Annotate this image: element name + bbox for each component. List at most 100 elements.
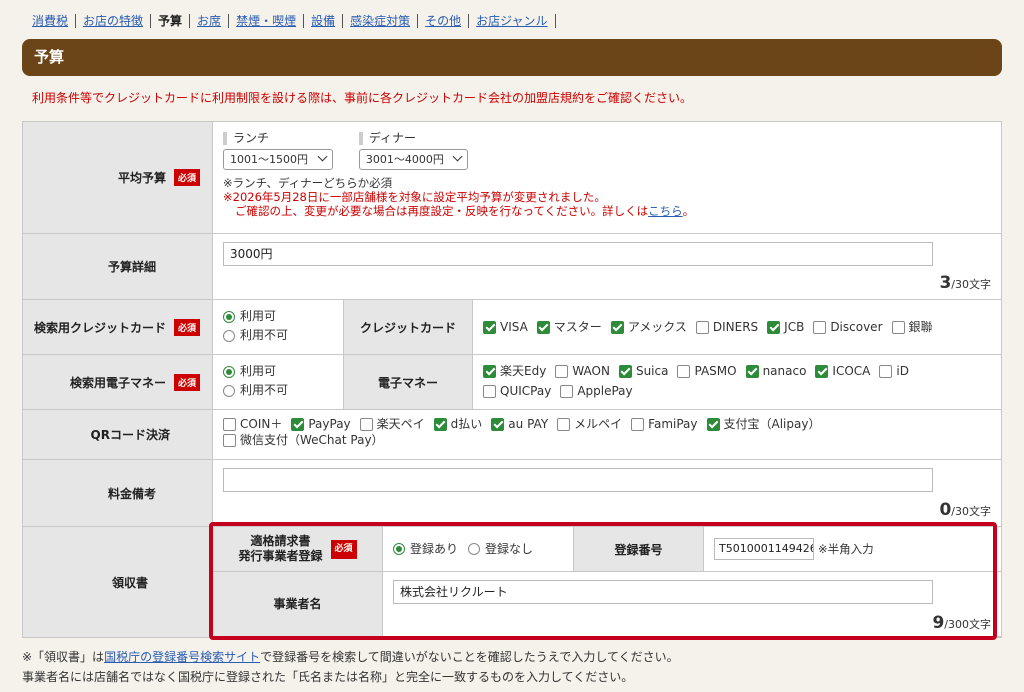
- tab-seats[interactable]: お席: [190, 14, 230, 28]
- half-width-hint: ※半角入力: [818, 542, 874, 556]
- tab-nav: 消費税 お店の特徴 予算 お席 禁煙・喫煙 設備 感染症対策 その他 お店ジャン…: [26, 12, 556, 30]
- dinner-title: ディナー: [358, 132, 468, 145]
- checkbox-icon: [891, 320, 905, 334]
- label-avg-budget: 平均予算 必須: [23, 122, 213, 233]
- check-coin-plus[interactable]: COIN＋: [223, 416, 282, 432]
- budget-detail-input[interactable]: 3000円: [223, 242, 933, 266]
- label-receipt: 領収書: [23, 527, 213, 637]
- label-registration-number: 登録番号: [573, 527, 704, 571]
- checkbox-icon: [560, 384, 574, 398]
- invoice-unregistered-radio[interactable]: 登録なし: [468, 540, 533, 559]
- credit-available-radio[interactable]: 利用可: [223, 307, 333, 326]
- budget-form: 平均予算 必須 ランチ 1001〜1500円 ディナー 3001〜4000円 ※…: [22, 121, 1002, 640]
- checkbox-checked-icon: [706, 417, 720, 431]
- check-master[interactable]: マスター: [536, 317, 602, 337]
- credit-card-list: VISA マスター アメックス DINERS JCB Discover 銀聯: [473, 300, 1001, 354]
- check-rakuten-pay[interactable]: 楽天ペイ: [359, 416, 425, 432]
- section-title: 予算: [22, 39, 1002, 76]
- tab-genre[interactable]: お店ジャンル: [469, 14, 556, 28]
- label-business-name: 事業者名: [213, 572, 383, 636]
- row-qr: QRコード決済 COIN＋ PayPay 楽天ペイ d払い au PAY メルペ…: [23, 410, 1001, 460]
- required-badge: 必須: [173, 373, 200, 391]
- credit-unavailable-radio[interactable]: 利用不可: [223, 326, 333, 345]
- check-pasmo[interactable]: PASMO: [677, 361, 737, 381]
- check-visa[interactable]: VISA: [483, 317, 528, 337]
- details-link[interactable]: こちら: [648, 204, 683, 218]
- checkbox-checked-icon: [618, 364, 632, 378]
- row-avg-budget: 平均予算 必須 ランチ 1001〜1500円 ディナー 3001〜4000円 ※…: [23, 122, 1001, 234]
- check-discover[interactable]: Discover: [813, 317, 883, 337]
- label-fee-note: 料金備考: [23, 460, 213, 526]
- checkbox-checked-icon: [483, 364, 496, 378]
- radio-checked-icon: [223, 310, 235, 323]
- tab-features[interactable]: お店の特徴: [76, 14, 152, 28]
- check-alipay[interactable]: 支付宝（Alipay）: [706, 416, 820, 432]
- check-quicpay[interactable]: QUICPay: [483, 381, 551, 401]
- checkbox-icon: [695, 320, 709, 334]
- check-jcb[interactable]: JCB: [767, 317, 804, 337]
- tab-smoking[interactable]: 禁煙・喫煙: [229, 14, 305, 28]
- tab-other[interactable]: その他: [418, 14, 470, 28]
- lunch-title: ランチ: [223, 132, 333, 145]
- checkbox-icon: [223, 433, 236, 447]
- check-merpay[interactable]: メルペイ: [557, 416, 622, 432]
- required-badge: 必須: [173, 169, 200, 186]
- checkbox-icon: [677, 364, 691, 378]
- checkbox-icon: [555, 364, 569, 378]
- invoice-registered-radio[interactable]: 登録あり: [393, 540, 458, 559]
- row-fee-note: 料金備考 0/30文字: [23, 460, 1001, 527]
- check-famipay[interactable]: FamiPay: [631, 416, 698, 432]
- check-rakuten-edy[interactable]: 楽天Edy: [483, 361, 546, 381]
- check-nanaco[interactable]: nanaco: [745, 361, 806, 381]
- lunch-group: ランチ 1001〜1500円: [223, 132, 333, 170]
- qr-list: COIN＋ PayPay 楽天ペイ d払い au PAY メルペイ FamiPa…: [213, 410, 1001, 459]
- checkbox-checked-icon: [815, 364, 829, 378]
- check-unionpay[interactable]: 銀聯: [891, 317, 933, 337]
- checkbox-icon: [631, 417, 645, 431]
- budget-change-detail: ご確認の上、変更が必要な場合は再度設定・反映を行なってください。詳しくはこちら。: [235, 204, 695, 218]
- checkbox-icon: [813, 320, 827, 334]
- check-paypay[interactable]: PayPay: [291, 416, 351, 432]
- check-au-pay[interactable]: au PAY: [491, 416, 548, 432]
- row-budget-detail: 予算詳細 3000円 3/30文字: [23, 234, 1001, 300]
- lunch-select[interactable]: 1001〜1500円: [223, 149, 333, 170]
- check-diners[interactable]: DINERS: [695, 317, 758, 337]
- sublabel-emoney: 電子マネー: [343, 355, 473, 409]
- check-icoca[interactable]: ICOCA: [815, 361, 870, 381]
- footnote-registration: ※「領収書」は国税庁の登録番号検索サイトで登録番号を検索して間違いがないことを確…: [22, 650, 679, 664]
- budget-change-notice: ※2026年5月28日に一部店舗様を対象に設定平均予算が変更されました。: [223, 190, 606, 204]
- footnote-business-name: 事業者名には店舗名ではなく国税庁に登録された「氏名または名称」と完全に一致するも…: [22, 670, 634, 684]
- tab-tax[interactable]: 消費税: [26, 14, 77, 28]
- label-budget-detail: 予算詳細: [23, 234, 213, 299]
- checkbox-checked-icon: [536, 320, 550, 334]
- row-receipt: 領収書 適格請求書 発行事業者登録 必須 登録あり 登録なし 登録番号 T501…: [23, 522, 1001, 640]
- check-amex[interactable]: アメックス: [610, 317, 687, 337]
- check-id[interactable]: iD: [879, 361, 909, 381]
- tab-facilities[interactable]: 設備: [304, 14, 344, 28]
- chevron-down-icon: [317, 151, 328, 162]
- emoney-available-radio[interactable]: 利用可: [223, 362, 333, 381]
- check-applepay[interactable]: ApplePay: [560, 381, 633, 401]
- dinner-select[interactable]: 3001〜4000円: [358, 149, 468, 170]
- fee-note-input[interactable]: [223, 468, 933, 492]
- checkbox-checked-icon: [433, 417, 447, 431]
- check-wechat-pay[interactable]: 微信支付（WeChat Pay）: [223, 432, 384, 448]
- registration-number-input[interactable]: T5010001149426: [714, 538, 814, 560]
- checkbox-icon: [223, 417, 236, 431]
- checkbox-icon: [483, 384, 496, 398]
- fee-note-counter: 0/30文字: [939, 500, 991, 520]
- tab-budget[interactable]: 予算: [151, 14, 191, 28]
- label-invoice-registration: 適格請求書 発行事業者登録 必須: [213, 527, 383, 571]
- radio-icon: [223, 329, 235, 342]
- business-name-input[interactable]: 株式会社リクルート: [393, 580, 933, 604]
- nta-search-link[interactable]: 国税庁の登録番号検索サイト: [104, 650, 260, 664]
- check-suica[interactable]: Suica: [618, 361, 668, 381]
- check-d-barai[interactable]: d払い: [433, 416, 482, 432]
- check-waon[interactable]: WAON: [555, 361, 610, 381]
- label-qr: QRコード決済: [23, 410, 213, 459]
- budget-detail-counter: 3/30文字: [939, 273, 991, 293]
- label-credit: 検索用クレジットカード 必須: [23, 300, 213, 354]
- sublabel-credit: クレジットカード: [343, 300, 473, 354]
- tab-infection[interactable]: 感染症対策: [343, 14, 419, 28]
- emoney-unavailable-radio[interactable]: 利用不可: [223, 381, 333, 400]
